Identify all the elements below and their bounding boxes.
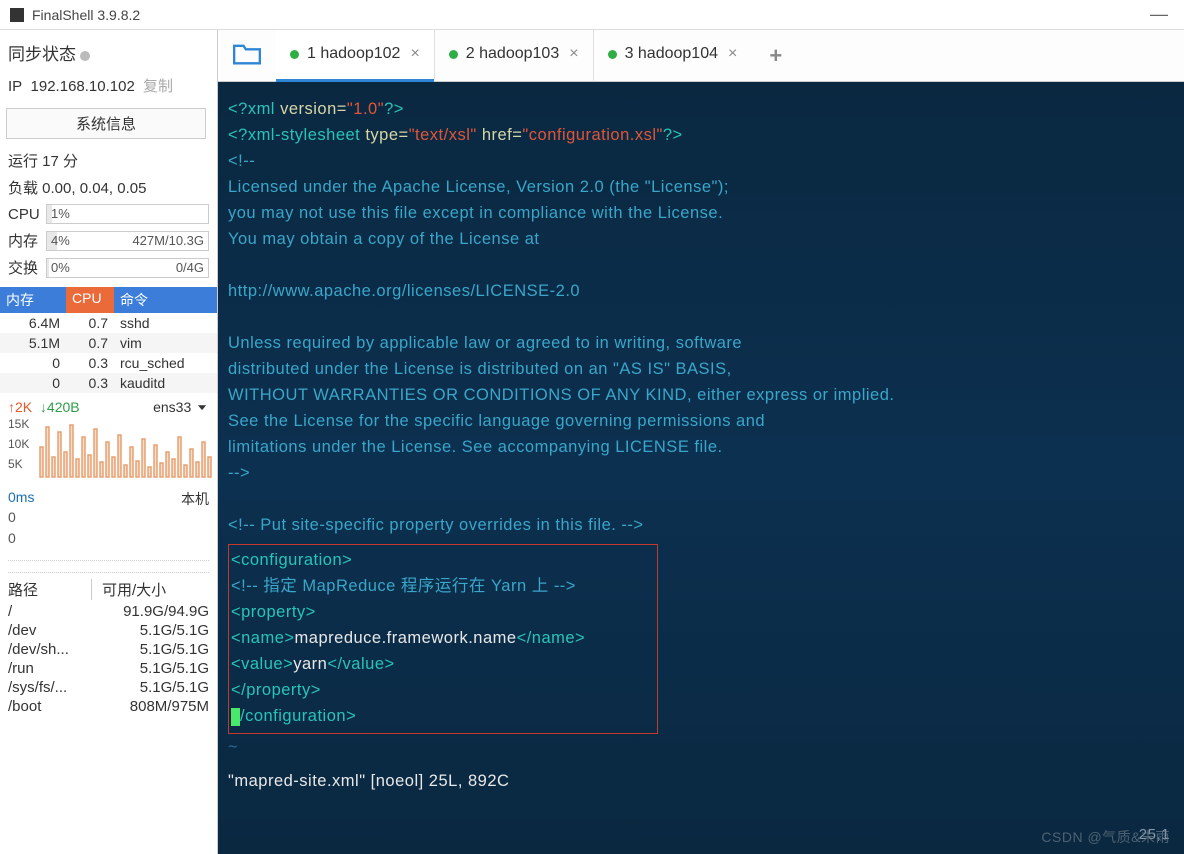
minimize-button[interactable]: — — [1144, 4, 1174, 25]
path-row[interactable]: /boot808M/975M — [0, 697, 217, 716]
process-header: 内存CPU命令 — [0, 287, 217, 313]
system-info-button[interactable]: 系统信息 — [6, 108, 206, 139]
watermark: CSDN @气质&末雨 — [1041, 824, 1170, 850]
app-logo-icon — [10, 8, 24, 22]
cursor-icon — [231, 708, 240, 726]
paths-header: 路径可用/大小 — [0, 573, 217, 602]
process-row[interactable]: 6.4M0.7sshd — [0, 313, 217, 333]
process-row[interactable]: 5.1M0.7vim — [0, 333, 217, 353]
open-folder-button[interactable] — [224, 37, 270, 75]
process-row[interactable]: 00.3rcu_sched — [0, 353, 217, 373]
ip-line: IP 192.168.10.102 复制 — [0, 73, 217, 104]
terminal[interactable]: <?xml version="1.0"?> <?xml-stylesheet t… — [218, 82, 1184, 854]
dropdown-icon[interactable]: ▼ — [195, 402, 209, 412]
window-title: FinalShell 3.9.8.2 — [32, 7, 140, 23]
close-tab-icon[interactable]: × — [728, 45, 737, 63]
sync-status: 同步状态 — [0, 30, 217, 73]
process-row[interactable]: 00.3kauditd — [0, 373, 217, 393]
path-row[interactable]: /sys/fs/...5.1G/5.1G — [0, 678, 217, 697]
mem-row: 内存 4%427M/10.3G — [0, 227, 217, 254]
titlebar: FinalShell 3.9.8.2 — — [0, 0, 1184, 30]
path-row[interactable]: /dev5.1G/5.1G — [0, 621, 217, 640]
close-tab-icon[interactable]: × — [410, 45, 419, 63]
uptime: 运行 17 分 — [0, 147, 217, 174]
network-stats: ↑2K ↓420B ens33 ▼ — [0, 393, 217, 415]
latency-row: 0ms本机 — [0, 487, 217, 507]
path-row[interactable]: /run5.1G/5.1G — [0, 659, 217, 678]
status-dot-icon — [449, 50, 458, 59]
tab[interactable]: 3 hadoop104× — [593, 30, 752, 82]
add-tab-button[interactable]: + — [751, 43, 800, 69]
tab[interactable]: 2 hadoop103× — [434, 30, 593, 82]
status-dot-icon — [608, 50, 617, 59]
config-highlight-box: <configuration> <!-- 指定 MapReduce 程序运行在 … — [228, 544, 658, 734]
tab[interactable]: 1 hadoop102× — [276, 30, 434, 82]
swap-row: 交换 0%0/4G — [0, 254, 217, 281]
network-sparkline: 15K 10K 5K — [8, 417, 209, 483]
load: 负载 0.00, 0.04, 0.05 — [0, 174, 217, 201]
vim-status-line: "mapred-site.xml" [noeol] 25L, 892C — [228, 768, 1174, 794]
tab-bar: 1 hadoop102×2 hadoop103×3 hadoop104× + — [218, 30, 1184, 82]
sidebar: 同步状态 IP 192.168.10.102 复制 系统信息 运行 17 分 负… — [0, 30, 218, 854]
status-dot-icon — [290, 50, 299, 59]
cpu-row: CPU 1% — [0, 201, 217, 227]
path-row[interactable]: /91.9G/94.9G — [0, 602, 217, 621]
latency-values: 00 — [0, 507, 217, 549]
sync-dot-icon — [80, 51, 90, 61]
path-row[interactable]: /dev/sh...5.1G/5.1G — [0, 640, 217, 659]
copy-ip-button[interactable]: 复制 — [143, 78, 173, 95]
close-tab-icon[interactable]: × — [569, 45, 578, 63]
